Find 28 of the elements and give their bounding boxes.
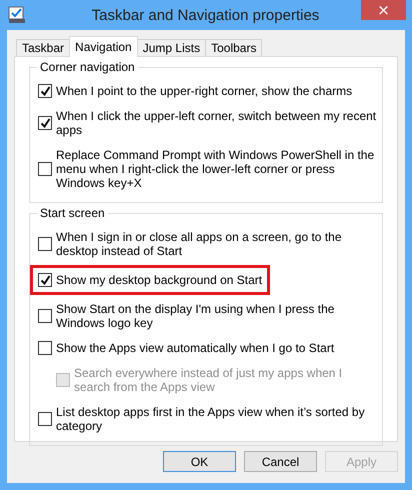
checkbox-label: Search everywhere instead of just my apps when I search from the Apps view: [74, 366, 344, 394]
cancel-button[interactable]: Cancel: [244, 451, 317, 472]
checkbox[interactable]: [38, 116, 52, 130]
checkbox-label: When I sign in or close all apps on a screen, go to the desktop instead of Start: [56, 230, 342, 258]
tab[interactable]: Toolbars: [205, 39, 262, 56]
checkbox[interactable]: [38, 162, 52, 176]
group-title: Start screen: [37, 206, 108, 220]
checkbox[interactable]: [38, 273, 52, 287]
tab[interactable]: Navigation: [69, 36, 138, 57]
close-button[interactable]: ×: [361, 0, 406, 20]
checklist-icon: [8, 6, 26, 24]
checkbox-label: Show the Apps view automatically when I go to Start: [56, 341, 334, 355]
group-title: Corner navigation: [37, 60, 138, 74]
checkbox[interactable]: [38, 237, 52, 251]
ok-button[interactable]: OK: [163, 451, 236, 472]
checkbox[interactable]: [38, 412, 52, 426]
checkbox-label: Replace Command Prompt with Windows PowerShell in the menu when I right-click the lower-left corner or press Windows key+X: [56, 148, 376, 190]
tab[interactable]: Taskbar: [16, 39, 70, 56]
window-title: Taskbar and Navigation properties: [92, 6, 320, 24]
checkbox-label: When I click the upper-left corner, switch between my recent apps: [56, 109, 378, 137]
tab[interactable]: Jump Lists: [136, 39, 206, 56]
checkbox[interactable]: [38, 309, 52, 323]
checkbox-label: List desktop apps first in the Apps view when it’s sorted by category: [56, 405, 366, 433]
checkbox-label: Show my desktop background on Start: [56, 273, 262, 287]
checkbox-label: When I point to the upper-right corner, show the charms: [56, 84, 352, 98]
checkbox-label: Show Start on the display I'm using when I press the Windows logo key: [56, 302, 336, 330]
checkbox[interactable]: [38, 84, 52, 98]
checkbox[interactable]: [38, 341, 52, 355]
